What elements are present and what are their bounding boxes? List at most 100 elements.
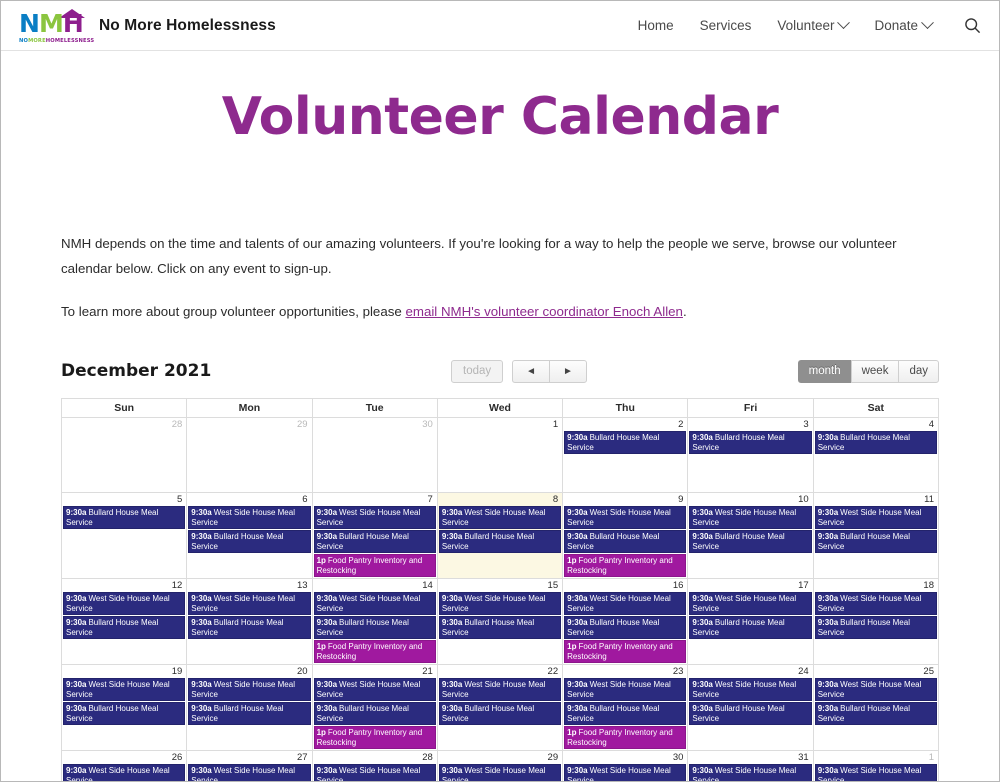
calendar-event[interactable]: 9:30a West Side House Meal Service xyxy=(438,764,562,781)
calendar-event[interactable]: 9:30a Bullard House Meal Service xyxy=(564,616,687,639)
calendar-event[interactable]: 9:30a Bullard House Meal Service xyxy=(438,616,562,639)
calendar-day-cell[interactable]: 5 9:30a Bullard House Meal Service xyxy=(60,492,188,579)
nav-item-home[interactable]: Home xyxy=(638,18,674,33)
calendar-day-cell[interactable]: 18 9:30a West Side House Meal Service 9:30a… xyxy=(812,578,940,665)
calendar-event[interactable]: 1p Food Pantry Inventory and Restocking xyxy=(313,726,436,749)
calendar-event[interactable]: 9:30a West Side House Meal Service xyxy=(689,764,812,781)
calendar-day-cell[interactable]: 299:30aWest Side House Meal Service9:30a… xyxy=(436,750,564,781)
calendar-event[interactable]: 9:30a Bullard House Meal Service xyxy=(188,530,311,553)
calendar-day-cell[interactable]: 24 9:30a West Side House Meal Service 9:30a… xyxy=(687,664,814,751)
calendar-day-cell[interactable]: 22 9:30a West Side House Meal Service 9:30a… xyxy=(436,664,564,751)
calendar-event[interactable]: 9:30a West Side House Meal Service xyxy=(564,506,687,529)
calendar-event[interactable]: 1p Food Pantry Inventory and Restocking xyxy=(564,554,687,577)
calendar-event[interactable]: 9:30a Bullard House Meal Service xyxy=(689,616,812,639)
view-day-button[interactable]: day xyxy=(898,359,939,383)
calendar-event[interactable]: 9:30a West Side House Meal Service xyxy=(63,764,186,781)
view-month-button[interactable]: month xyxy=(797,359,851,383)
calendar-event[interactable]: 9:30a Bullard House Meal Service xyxy=(689,702,812,725)
calendar-event[interactable]: 9:30a Bullard House Meal Service xyxy=(438,702,562,725)
calendar-day-cell[interactable]: 309:30aWest Side House Meal Service9:30a… xyxy=(562,750,689,781)
calendar-day-cell[interactable]: 15 9:30a West Side House Meal Service 9:30a… xyxy=(436,578,564,665)
calendar-day-cell[interactable]: 13 9:30a West Side House Meal Service 9:30a… xyxy=(186,578,313,665)
calendar-day-cell[interactable]: 1 xyxy=(436,417,564,493)
volunteer-coordinator-email-link[interactable]: email NMH's volunteer coordinator Enoch … xyxy=(405,304,682,319)
calendar-day-cell[interactable]: 279:30aWest Side House Meal Service9:30a… xyxy=(186,750,313,781)
prev-month-button[interactable]: ◄ xyxy=(512,359,550,383)
calendar-event[interactable]: 9:30a Bullard House Meal Service xyxy=(814,702,937,725)
calendar-day-cell[interactable]: 16 9:30a West Side House Meal Service 9:30a… xyxy=(562,578,689,665)
calendar-day-cell[interactable]: 23 9:30a West Side House Meal Service 9:30a… xyxy=(562,664,689,751)
calendar-day-cell[interactable]: 4 9:30a Bullard House Meal Service xyxy=(812,417,940,493)
calendar-day-cell[interactable]: 25 9:30a West Side House Meal Service 9:30a… xyxy=(812,664,940,751)
calendar-event[interactable]: 9:30a West Side House Meal Service xyxy=(438,592,562,615)
search-icon[interactable] xyxy=(964,17,981,34)
calendar-event[interactable]: 9:30a West Side House Meal Service xyxy=(313,592,436,615)
calendar-event[interactable]: 9:30a West Side House Meal Service xyxy=(689,592,812,615)
calendar-event[interactable]: 9:30a West Side House Meal Service xyxy=(814,592,937,615)
calendar-event[interactable]: 9:30a Bullard House Meal Service xyxy=(438,530,562,553)
calendar-day-cell[interactable]: 269:30aWest Side House Meal Service9:30a… xyxy=(60,750,188,781)
calendar-event[interactable]: 9:30a Bullard House Meal Service xyxy=(564,530,687,553)
calendar-day-cell[interactable]: 8 9:30a West Side House Meal Service 9:30a B… xyxy=(436,492,564,579)
calendar-day-cell[interactable]: 12 9:30a West Side House Meal Service 9:30a… xyxy=(60,578,188,665)
today-button[interactable]: today xyxy=(451,359,504,383)
calendar-event[interactable]: 9:30a West Side House Meal Service xyxy=(63,592,186,615)
calendar-event[interactable]: 9:30a Bullard House Meal Service xyxy=(63,702,186,725)
calendar-event[interactable]: 9:30a West Side House Meal Service xyxy=(63,678,186,701)
calendar-day-cell[interactable]: 7 9:30a West Side House Meal Service 9:30a B… xyxy=(311,492,438,579)
calendar-day-cell[interactable]: 17 9:30a West Side House Meal Service 9:30a… xyxy=(687,578,814,665)
view-week-button[interactable]: week xyxy=(850,359,899,383)
calendar-day-cell[interactable]: 6 9:30a West Side House Meal Service 9:30a B… xyxy=(186,492,313,579)
calendar-day-cell[interactable]: 28 xyxy=(60,417,188,493)
calendar-day-cell[interactable]: 19 9:30a West Side House Meal Service 9:30a… xyxy=(60,664,188,751)
calendar-event[interactable]: 9:30a Bullard House Meal Service xyxy=(313,616,436,639)
calendar-day-cell[interactable]: 3 9:30a Bullard House Meal Service xyxy=(687,417,814,493)
calendar-event[interactable]: 9:30a Bullard House Meal Service xyxy=(689,530,812,553)
calendar-day-cell[interactable]: 2 9:30a Bullard House Meal Service xyxy=(562,417,689,493)
calendar-event[interactable]: 9:30a West Side House Meal Service xyxy=(438,506,562,529)
calendar-event[interactable]: 1p Food Pantry Inventory and Restocking xyxy=(313,554,436,577)
calendar-event[interactable]: 9:30a West Side House Meal Service xyxy=(814,678,937,701)
calendar-event[interactable]: 9:30a West Side House Meal Service xyxy=(814,764,937,781)
calendar-day-cell[interactable]: 30 xyxy=(311,417,438,493)
calendar-event[interactable]: 9:30a Bullard House Meal Service xyxy=(188,616,311,639)
calendar-day-cell[interactable]: 14 9:30a West Side House Meal Service 9:30a… xyxy=(311,578,438,665)
calendar-event[interactable]: 9:30a Bullard House Meal Service xyxy=(689,431,812,454)
calendar-event[interactable]: 9:30a Bullard House Meal Service xyxy=(564,431,687,454)
nav-item-donate[interactable]: Donate xyxy=(874,16,934,33)
calendar-day-cell[interactable]: 10 9:30a West Side House Meal Service 9:30a… xyxy=(687,492,814,579)
calendar-event[interactable]: 9:30a Bullard House Meal Service xyxy=(313,702,436,725)
calendar-event[interactable]: 9:30a West Side House Meal Service xyxy=(814,506,937,529)
calendar-event[interactable]: 9:30a Bullard House Meal Service xyxy=(188,702,311,725)
calendar-event[interactable]: 1p Food Pantry Inventory and Restocking xyxy=(564,726,687,749)
calendar-event[interactable]: 9:30a Bullard House Meal Service xyxy=(814,431,937,454)
calendar-event[interactable]: 9:30a West Side House Meal Service xyxy=(188,506,311,529)
next-month-button[interactable]: ► xyxy=(549,359,587,383)
calendar-day-cell[interactable]: 21 9:30a West Side House Meal Service 9:30a… xyxy=(311,664,438,751)
calendar-event[interactable]: 9:30a West Side House Meal Service xyxy=(564,764,687,781)
calendar-event[interactable]: 9:30a West Side House Meal Service xyxy=(564,678,687,701)
calendar-event[interactable]: 9:30a Bullard House Meal Service xyxy=(814,616,937,639)
calendar-day-cell[interactable]: 20 9:30a West Side House Meal Service 9:30a… xyxy=(186,664,313,751)
calendar-event[interactable]: 9:30a West Side House Meal Service xyxy=(564,592,687,615)
calendar-day-cell[interactable]: 29 xyxy=(186,417,313,493)
site-logo[interactable]: NMH NOMOREHOMELESSNESS No More Homelessn… xyxy=(19,8,276,44)
calendar-event[interactable]: 9:30a West Side House Meal Service xyxy=(438,678,562,701)
calendar-event[interactable]: 9:30a West Side House Meal Service xyxy=(313,506,436,529)
calendar-day-cell[interactable]: 289:30aWest Side House Meal Service9:30a… xyxy=(311,750,438,781)
calendar-event[interactable]: 9:30a Bullard House Meal Service xyxy=(63,616,186,639)
calendar-event[interactable]: 1p Food Pantry Inventory and Restocking xyxy=(564,640,687,663)
calendar-event[interactable]: 9:30a West Side House Meal Service xyxy=(689,678,812,701)
calendar-event[interactable]: 9:30a West Side House Meal Service xyxy=(313,764,436,781)
calendar-event[interactable]: 9:30a West Side House Meal Service xyxy=(689,506,812,529)
calendar-event[interactable]: 9:30a West Side House Meal Service xyxy=(188,678,311,701)
calendar-event[interactable]: 9:30a Bullard House Meal Service xyxy=(814,530,937,553)
calendar-event[interactable]: 9:30a Bullard House Meal Service xyxy=(313,530,436,553)
calendar-event[interactable]: 9:30a Bullard House Meal Service xyxy=(63,506,186,529)
calendar-event[interactable]: 1p Food Pantry Inventory and Restocking xyxy=(313,640,436,663)
calendar-event[interactable]: 9:30a Bullard House Meal Service xyxy=(564,702,687,725)
calendar-event[interactable]: 9:30a West Side House Meal Service xyxy=(188,764,311,781)
calendar-day-cell[interactable]: 11 9:30a West Side House Meal Service 9:30a… xyxy=(812,492,940,579)
calendar-day-cell[interactable]: 9 9:30a West Side House Meal Service 9:30a B… xyxy=(562,492,689,579)
calendar-day-cell[interactable]: 19:30aWest Side House Meal Service9:30aB… xyxy=(812,750,940,781)
